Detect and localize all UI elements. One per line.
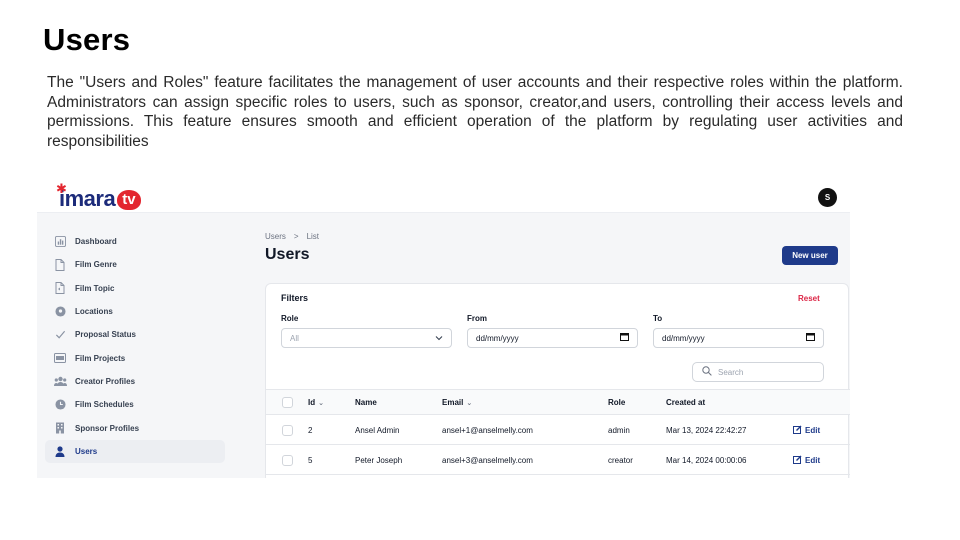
sidebar-item-label: Proposal Status (75, 330, 136, 340)
chevron-down-icon: ⌄ (318, 399, 324, 407)
row-checkbox[interactable] (282, 455, 293, 466)
from-filter-label: From (467, 314, 487, 323)
users-table-card: Filters Reset Role All From dd/mm/yyyy T… (265, 283, 850, 478)
column-header-created-at: Created at (666, 398, 705, 407)
column-header-label: Created at (666, 398, 706, 407)
logo-tv-badge: tv (117, 190, 141, 210)
edit-button[interactable]: Edit (793, 455, 820, 466)
sidebar-item-film-projects[interactable]: Film Projects (45, 346, 225, 369)
clock-icon (53, 398, 67, 412)
imara-tv-logo[interactable]: ✱ imara tv (56, 181, 141, 212)
sidebar-item-locations[interactable]: Locations (45, 300, 225, 323)
breadcrumb-separator: > (293, 232, 299, 241)
cell-name: Ansel Admin (355, 426, 400, 435)
logo-text: imara (59, 186, 116, 211)
star-icon: ✱ (56, 181, 67, 196)
reset-filters-button[interactable]: Reset (798, 294, 820, 303)
chevron-down-icon (435, 334, 443, 343)
cell-role: admin (608, 426, 630, 435)
to-date-value: dd/mm/yyyy (662, 333, 705, 343)
search-input[interactable]: Search (692, 362, 824, 382)
edit-icon (793, 455, 802, 466)
role-filter-value: All (290, 333, 299, 343)
column-header-label: Role (608, 398, 626, 407)
location-pin-icon (53, 305, 67, 319)
sidebar-item-label: Users (75, 446, 98, 456)
user-avatar[interactable]: S (818, 188, 837, 207)
users-group-icon (53, 374, 67, 388)
calendar-icon (620, 333, 629, 343)
sidebar-item-label: Film Schedules (75, 400, 134, 410)
role-filter-select[interactable]: All (281, 328, 452, 348)
cell-id: 5 (308, 456, 313, 465)
sidebar-item-label: Film Projects (75, 353, 126, 363)
table-row: 5 Peter Joseph ansel+3@anselmelly.com cr… (266, 445, 850, 475)
building-icon (53, 421, 67, 435)
filters-title: Filters (281, 293, 309, 303)
breadcrumb: Users > List (265, 232, 319, 241)
cell-created-at: Mar 14, 2024 00:00:06 (666, 456, 747, 465)
page-title: Users (265, 246, 310, 263)
new-user-button[interactable]: New user (782, 246, 838, 265)
sidebar-item-creator-profiles[interactable]: Creator Profiles (45, 370, 225, 393)
top-bar: ✱ imara tv S (37, 180, 850, 213)
sidebar-item-dashboard[interactable]: Dashboard (45, 230, 225, 253)
app-screenshot: ✱ imara tv S Dashboard Film Genre Film T… (37, 180, 850, 478)
sidebar-item-label: Dashboard (75, 237, 117, 247)
row-checkbox[interactable] (282, 425, 293, 436)
cell-id: 2 (308, 426, 313, 435)
film-icon (53, 351, 67, 365)
table-row: 2 Ansel Admin ansel+1@anselmelly.com adm… (266, 415, 850, 445)
chevron-down-icon: ⌄ (466, 399, 473, 407)
sidebar-item-users[interactable]: Users (45, 439, 225, 463)
sidebar: Dashboard Film Genre Film Topic Location… (45, 230, 225, 463)
sidebar-item-film-schedules[interactable]: Film Schedules (45, 393, 225, 416)
select-all-checkbox[interactable] (282, 397, 293, 408)
cell-created-at: Mar 13, 2024 22:42:27 (666, 426, 747, 435)
from-date-input[interactable]: dd/mm/yyyy (467, 328, 638, 348)
role-filter-label: Role (281, 314, 299, 323)
sidebar-item-label: Locations (75, 307, 113, 317)
column-header-name: Name (355, 398, 377, 407)
column-header-id[interactable]: Id ⌄ (308, 398, 324, 407)
document-icon (53, 281, 67, 295)
edit-label: Edit (805, 426, 821, 435)
breadcrumb-current: List (306, 232, 320, 241)
user-icon (53, 444, 67, 458)
from-date-value: dd/mm/yyyy (476, 333, 519, 343)
search-icon (702, 366, 712, 378)
edit-button[interactable]: Edit (793, 425, 820, 436)
table-header: Id ⌄ Name Email ⌄ Role Created at (266, 389, 850, 415)
breadcrumb-users-link[interactable]: Users (265, 232, 286, 241)
cell-role: creator (608, 456, 633, 465)
sidebar-item-label: Film Genre (75, 260, 117, 270)
to-date-input[interactable]: dd/mm/yyyy (653, 328, 824, 348)
sidebar-item-film-topic[interactable]: Film Topic (45, 277, 225, 300)
sidebar-item-film-genre[interactable]: Film Genre (45, 253, 225, 276)
chart-icon (53, 235, 67, 249)
column-header-label: Id (308, 398, 316, 407)
to-filter-label: To (653, 314, 663, 323)
sidebar-item-proposal-status[interactable]: Proposal Status (45, 323, 225, 346)
column-header-role: Role (608, 398, 625, 407)
sidebar-item-label: Sponsor Profiles (75, 423, 140, 433)
document-icon (53, 258, 67, 272)
check-icon (53, 328, 67, 342)
column-header-email[interactable]: Email ⌄ (442, 398, 472, 407)
column-header-label: Name (355, 398, 377, 407)
sidebar-item-label: Film Topic (75, 283, 115, 293)
cell-email: ansel+1@anselmelly.com (442, 426, 533, 435)
cell-name: Peter Joseph (355, 456, 403, 465)
slide-title: Users (43, 22, 131, 57)
slide-description: The "Users and Roles" feature facilitate… (47, 74, 903, 150)
sidebar-item-sponsor-profiles[interactable]: Sponsor Profiles (45, 416, 225, 439)
edit-icon (793, 425, 802, 436)
search-placeholder: Search (718, 367, 744, 377)
column-header-label: Email (442, 398, 464, 407)
sidebar-item-label: Creator Profiles (75, 376, 136, 386)
calendar-icon (806, 333, 815, 343)
edit-label: Edit (805, 456, 821, 465)
cell-email: ansel+3@anselmelly.com (442, 456, 533, 465)
